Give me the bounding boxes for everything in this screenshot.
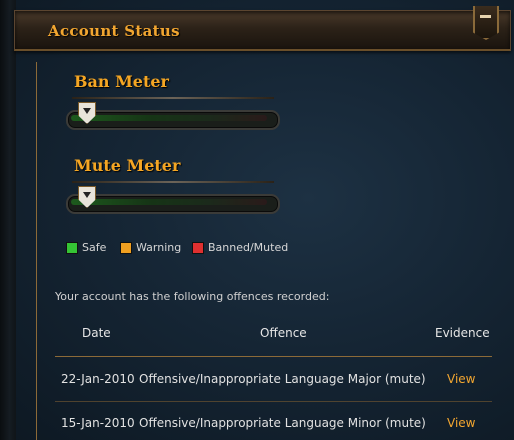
row-1-date: 22-Jan-2010 [61, 372, 135, 386]
mute-meter-title: Mute Meter [74, 156, 181, 175]
ban-meter-bar [66, 110, 280, 130]
legend-safe: Safe [66, 241, 106, 254]
table-header-divider [55, 356, 492, 357]
account-status-panel: Account Status Ban Meter Mute Meter Safe… [0, 0, 514, 440]
mute-meter-bar [66, 194, 280, 214]
row-1-offence: Offensive/Inappropriate Language Major (… [139, 372, 426, 386]
safe-swatch [66, 241, 78, 254]
offences-intro: Your account has the following offences … [55, 290, 330, 303]
ban-meter-title: Ban Meter [74, 72, 169, 91]
warning-swatch [120, 241, 132, 254]
panel-title: Account Status [48, 22, 180, 40]
legend-warning-label: Warning [136, 241, 182, 254]
ban-meter-track [71, 115, 267, 121]
mute-meter-track [71, 199, 267, 205]
row-divider [55, 401, 492, 402]
row-2-view-link[interactable]: View [447, 416, 475, 430]
ban-meter-rule [72, 97, 274, 99]
row-2-offence: Offensive/Inappropriate Language Minor (… [139, 416, 426, 430]
legend-safe-label: Safe [82, 241, 107, 254]
panel-header: Account Status [14, 10, 511, 51]
column-header-offence: Offence [260, 326, 307, 340]
minus-icon [480, 15, 491, 18]
section-divider [36, 62, 37, 440]
legend-warning: Warning [120, 241, 181, 254]
banned-swatch [192, 241, 204, 254]
column-header-evidence: Evidence [435, 326, 490, 340]
row-2-date: 15-Jan-2010 [61, 416, 135, 430]
legend-banned-label: Banned/Muted [208, 241, 289, 254]
legend-banned: Banned/Muted [192, 241, 288, 254]
column-header-date: Date [82, 326, 111, 340]
row-1-view-link[interactable]: View [447, 372, 475, 386]
mute-meter-rule [72, 181, 274, 183]
